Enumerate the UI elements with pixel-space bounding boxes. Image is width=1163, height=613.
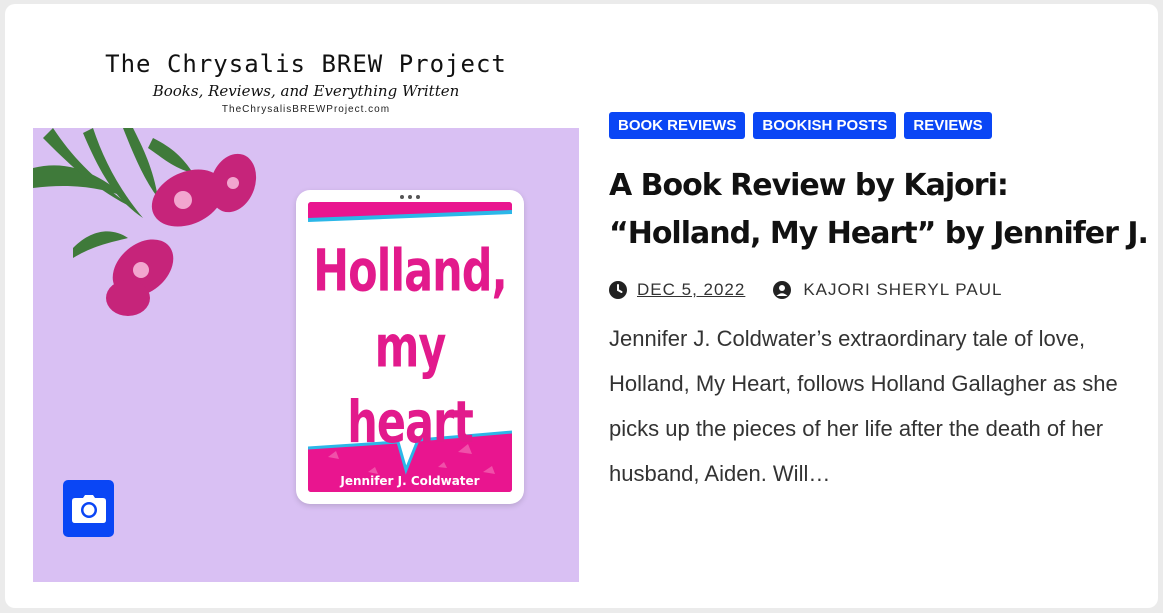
user-icon <box>773 281 792 299</box>
category-tag-reviews[interactable]: REVIEWS <box>904 112 992 139</box>
post-title[interactable]: A Book Review by Kajori: “Holland, My He… <box>609 162 1154 258</box>
tablet-mockup: Holland, my heart Jennifer J. Coldwater <box>296 190 524 504</box>
post-card: The Chrysalis BREW Project Books, Review… <box>5 4 1158 608</box>
book-cover: Holland, my heart Jennifer J. Coldwater <box>308 202 512 492</box>
cover-title-line-2: my <box>374 313 447 382</box>
clock-icon <box>609 281 627 299</box>
post-date-item: DEC 5, 2022 <box>609 280 745 300</box>
flowers-illustration <box>33 128 257 316</box>
cover-author: Jennifer J. Coldwater <box>340 474 480 488</box>
cover-title-line-3: heart <box>347 389 474 457</box>
site-logo-banner: The Chrysalis BREW Project Books, Review… <box>33 46 579 128</box>
post-date-link[interactable]: DEC 5, 2022 <box>637 280 745 300</box>
post-author-item: KAJORI SHERYL PAUL <box>773 280 1002 300</box>
cover-title-line-1: Holland, <box>313 238 508 306</box>
logo-title: The Chrysalis BREW Project <box>105 50 507 78</box>
logo-tagline: Books, Reviews, and Everything Written <box>152 82 460 100</box>
category-tag-bookish-posts[interactable]: BOOKISH POSTS <box>753 112 897 139</box>
cover-title: Holland, my heart <box>308 234 512 461</box>
tablet-camera-dots <box>394 195 426 201</box>
featured-photo: Holland, my heart Jennifer J. Coldwater <box>33 128 579 582</box>
post-author-link[interactable]: KAJORI SHERYL PAUL <box>803 280 1002 300</box>
post-excerpt: Jennifer J. Coldwater’s extraordinary ta… <box>609 326 1118 486</box>
post-meta: DEC 5, 2022 KAJORI SHERYL PAUL <box>609 280 1002 300</box>
category-tag-book-reviews[interactable]: BOOK REVIEWS <box>609 112 746 139</box>
logo-url: TheChrysalisBREWProject.com <box>221 104 391 115</box>
featured-image[interactable]: The Chrysalis BREW Project Books, Review… <box>33 46 579 582</box>
camera-button[interactable] <box>63 480 114 537</box>
camera-icon <box>71 494 106 523</box>
category-tags: BOOK REVIEWS BOOKISH POSTS REVIEWS <box>609 112 992 139</box>
